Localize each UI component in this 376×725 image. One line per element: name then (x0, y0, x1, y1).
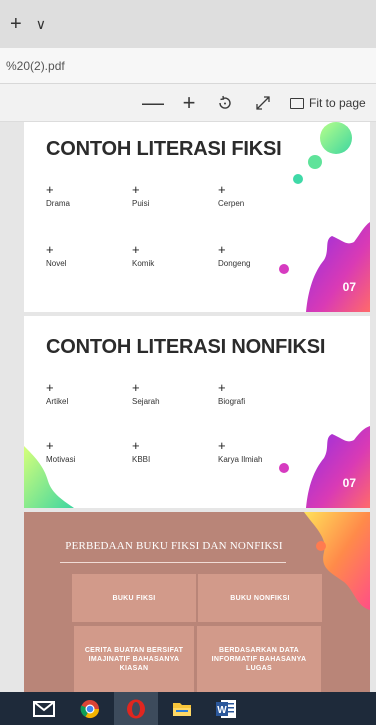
fullscreen-button[interactable] (250, 84, 276, 122)
plus-icon: + (46, 242, 54, 257)
title-underline (60, 562, 286, 563)
item-label: Motivasi (46, 455, 76, 464)
plus-icon: + (218, 242, 226, 257)
list-item: + Drama (46, 182, 116, 208)
list-item: + Karya Ilmiah (218, 438, 288, 464)
item-label: Novel (46, 259, 67, 268)
plus-icon: + (218, 182, 226, 197)
plus-icon: + (132, 380, 140, 395)
list-item: + Sejarah (132, 380, 202, 406)
rotate-icon (219, 95, 231, 109)
item-label: Komik (132, 259, 155, 268)
taskbar-mail-button[interactable] (22, 692, 66, 725)
taskbar: W (0, 692, 376, 725)
list-item: + Cerpen (218, 182, 288, 208)
tab-list-dropdown[interactable]: ∨ (36, 16, 46, 33)
page-title-nonfiksi: CONTOH LITERASI NONFIKSI (46, 336, 326, 358)
list-item: + Artikel (46, 380, 116, 406)
taskbar-word-button[interactable]: W (204, 692, 248, 725)
window-frame: + ∨ %20(2).pdf — + Fit to page CONTOH LI… (0, 0, 376, 725)
page-number: 07 (342, 476, 356, 490)
word-icon: W (216, 699, 236, 718)
tab-strip: + ∨ (0, 0, 376, 48)
new-tab-button[interactable]: + (10, 14, 22, 34)
item-label: Cerpen (218, 199, 245, 208)
list-item: + Komik (132, 242, 202, 268)
address-text: %20(2).pdf (6, 58, 65, 73)
item-label: Sejarah (132, 397, 160, 406)
item-label: Dongeng (218, 259, 251, 268)
plus-icon: + (218, 380, 226, 395)
table-header-nonfiksi: BUKU NONFIKSI (198, 574, 322, 622)
list-item: + Novel (46, 242, 116, 268)
fit-to-page-label: Fit to page (309, 96, 366, 110)
folder-icon (173, 702, 191, 716)
taskbar-opera-button[interactable] (114, 692, 158, 725)
word-icon-letter: W (217, 705, 227, 716)
plus-icon: + (46, 380, 54, 395)
list-item: + KBBI (132, 438, 202, 464)
address-bar[interactable]: %20(2).pdf (0, 48, 376, 84)
table-cell-nonfiksi: BERDASARKAN DATA INFORMATIF BAHASANYA LU… (197, 626, 321, 692)
taskbar-chrome-button[interactable] (68, 692, 112, 725)
item-label: Artikel (46, 397, 69, 406)
item-label: Karya Ilmiah (218, 455, 263, 464)
list-item: + Dongeng (218, 242, 288, 268)
pdf-viewer[interactable]: CONTOH LITERASI FIKSI + Drama + Puisi + … (0, 122, 376, 692)
item-label: Biografi (218, 397, 246, 406)
plus-icon: + (46, 438, 54, 453)
taskbar-file-explorer-button[interactable] (160, 692, 204, 725)
chrome-icon (80, 699, 99, 718)
pdf-page-perbedaan: PERBEDAAN BUKU FIKSI DAN NONFIKSI BUKU F… (24, 512, 370, 692)
zoom-out-button[interactable]: — (140, 84, 166, 122)
plus-icon: + (46, 182, 54, 197)
pdf-toolbar: — + Fit to page (0, 84, 376, 122)
item-label: Drama (46, 199, 71, 208)
pdf-page-fiksi: CONTOH LITERASI FIKSI + Drama + Puisi + … (24, 122, 370, 312)
page-title-fiksi: CONTOH LITERASI FIKSI (46, 138, 282, 160)
opera-icon (127, 699, 145, 718)
plus-icon: + (132, 242, 140, 257)
table-cell-fiksi: CERITA BUATAN BERSIFAT IMAJINATIF BAHASA… (74, 626, 194, 692)
mail-icon (33, 700, 55, 717)
list-item: + Motivasi (46, 438, 116, 464)
plus-icon: + (132, 438, 140, 453)
rotate-button[interactable] (212, 84, 238, 122)
expand-icon (256, 96, 270, 110)
page-number: 07 (342, 280, 356, 294)
pdf-page-nonfiksi: CONTOH LITERASI NONFIKSI + Artikel + Sej… (24, 316, 370, 508)
fit-page-icon (290, 97, 304, 109)
item-label: Puisi (132, 199, 150, 208)
list-item: + Puisi (132, 182, 202, 208)
list-item: + Biografi (218, 380, 288, 406)
plus-icon: + (132, 182, 140, 197)
item-label: KBBI (132, 455, 151, 464)
zoom-in-button[interactable]: + (176, 84, 202, 122)
page-title-perbedaan: PERBEDAAN BUKU FIKSI DAN NONFIKSI (65, 540, 283, 552)
table-header-fiksi: BUKU FIKSI (72, 574, 196, 622)
fit-to-page-button[interactable]: Fit to page (290, 84, 370, 122)
plus-icon: + (218, 438, 226, 453)
